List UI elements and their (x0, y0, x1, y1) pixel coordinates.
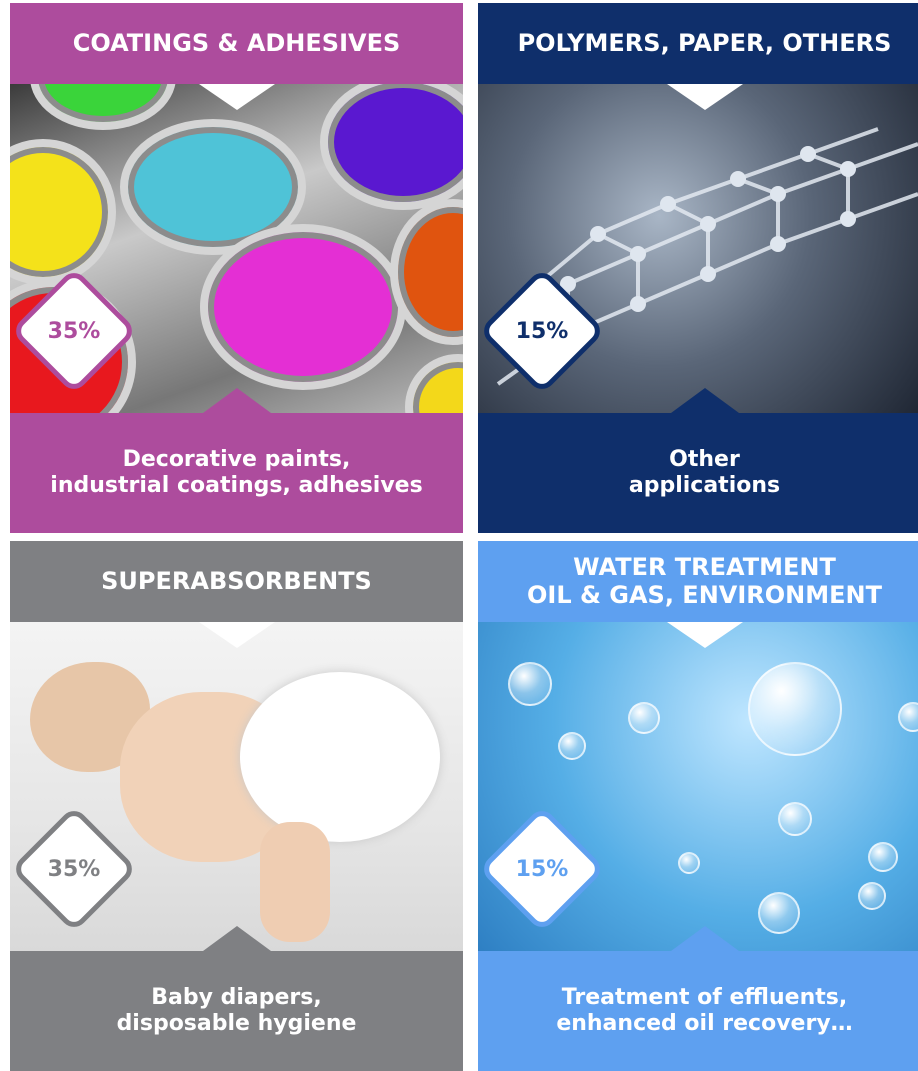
panel-header: WATER TREATMENT OIL & GAS, ENVIRONMENT (478, 541, 918, 622)
diaper (240, 672, 440, 842)
panel-header: POLYMERS, PAPER, OTHERS (478, 3, 918, 84)
top-notch (198, 622, 275, 648)
description-line-2: applications (628, 473, 781, 498)
bottom-notch (670, 926, 739, 951)
top-notch (666, 84, 743, 110)
panel-description: Decorative paints, industrial coatings, … (10, 413, 463, 533)
panel-header: SUPERABSORBENTS (10, 541, 463, 622)
panel-superabsorbents: SUPERABSORBENTS 35% Baby diapers, dispos… (10, 541, 463, 1071)
top-notch (666, 622, 743, 648)
description-line-1: Baby diapers, (151, 984, 322, 1010)
description-line-2: disposable hygiene (116, 1011, 357, 1036)
panel-description: Other applications (478, 413, 918, 533)
baby-leg (260, 822, 330, 942)
panel-coatings-adhesives: COATINGS & ADHESIVES 35% Decorative pain… (10, 3, 463, 533)
panel-description: Baby diapers, disposable hygiene (10, 951, 463, 1071)
top-notch (198, 84, 275, 110)
description-line-2: enhanced oil recovery… (556, 1011, 853, 1036)
description-line-2: industrial coatings, adhesives (50, 473, 423, 498)
percent-value: 15% (515, 856, 569, 882)
panel-title: SUPERABSORBENTS (101, 566, 372, 595)
bottom-notch (670, 388, 739, 413)
description-line-1: Decorative paints, (122, 446, 351, 472)
panel-title: POLYMERS, PAPER, OTHERS (517, 28, 892, 57)
percent-value: 35% (47, 318, 101, 344)
percent-value: 35% (47, 856, 101, 882)
panel-title: COATINGS & ADHESIVES (72, 28, 401, 57)
description-line-1: Treatment of effluents, (561, 984, 848, 1010)
panel-water-treatment: WATER TREATMENT OIL & GAS, ENVIRONMENT 1… (478, 541, 918, 1071)
panel-polymers-paper: POLYMERS, PAPER, OTHERS 15% Other applic… (478, 3, 918, 533)
bottom-notch (202, 388, 271, 413)
panel-header: COATINGS & ADHESIVES (10, 3, 463, 84)
panel-title-line-1: WATER TREATMENT (573, 552, 836, 581)
description-line-1: Other (669, 446, 740, 472)
bottom-notch (202, 926, 271, 951)
percent-value: 15% (515, 318, 569, 344)
panel-description: Treatment of effluents, enhanced oil rec… (478, 951, 918, 1071)
panel-title-line-2: OIL & GAS, ENVIRONMENT (527, 580, 882, 609)
